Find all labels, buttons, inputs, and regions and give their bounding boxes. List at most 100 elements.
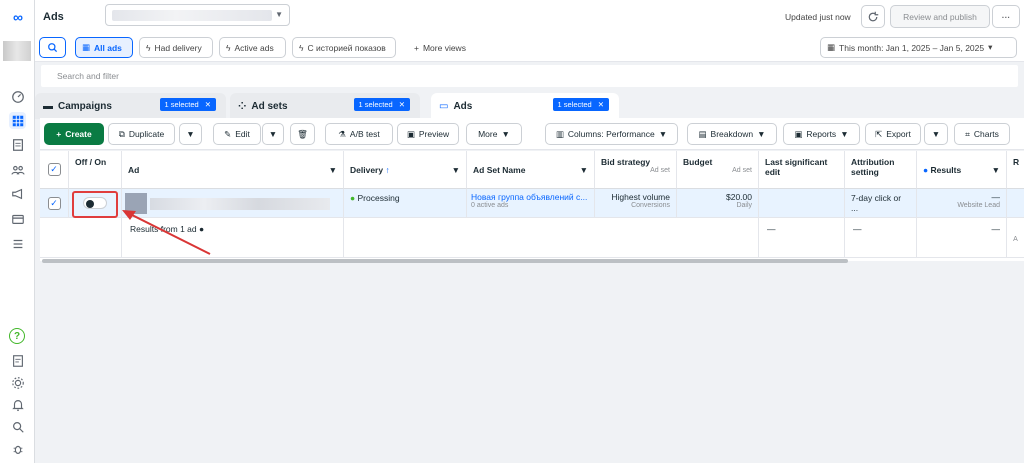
edit-button[interactable]: ✎ Edit	[213, 123, 261, 145]
ad-account-selector[interactable]: ▼	[105, 4, 290, 26]
plus-icon: +	[414, 42, 419, 53]
edit-dropdown[interactable]: ▼	[262, 123, 284, 145]
col-offon[interactable]: Off / On	[69, 151, 122, 189]
gear-icon[interactable]	[9, 374, 26, 391]
chevron-down-icon: ▼	[658, 129, 668, 139]
col-ad[interactable]: Ad ▼	[122, 151, 344, 189]
dashboard-icon[interactable]	[9, 88, 26, 105]
help-icon[interactable]: ?	[9, 328, 25, 344]
view-had-delivery[interactable]: ϟ Had delivery	[139, 37, 213, 58]
chevron-down-icon[interactable]: ▼	[329, 165, 337, 182]
plus-icon: +	[56, 129, 62, 139]
more-views-button[interactable]: + More views	[408, 37, 478, 58]
summary-dash: —	[991, 224, 1001, 234]
col-next[interactable]: R	[1007, 151, 1024, 189]
col-delivery[interactable]: Delivery ↑ ▼	[344, 151, 467, 189]
close-icon[interactable]: ✕	[205, 100, 211, 109]
billing-icon[interactable]	[9, 210, 26, 227]
adsets-selected-badge[interactable]: 1 selected ✕	[353, 98, 410, 111]
breakdown-button[interactable]: ▤ Breakdown ▼	[687, 123, 777, 145]
view-active-ads[interactable]: ϟ Active ads	[219, 37, 286, 58]
charts-button[interactable]: ⌗ Charts	[954, 123, 1010, 145]
campaigns-selected-badge[interactable]: 1 selected ✕	[159, 98, 216, 111]
tab-ads-label: Ads	[453, 100, 473, 112]
chevron-down-icon: ▼	[275, 10, 283, 19]
col-attribution[interactable]: Attribution setting	[845, 151, 917, 189]
chevron-down-icon[interactable]: ▼	[992, 165, 1000, 182]
view-history[interactable]: ϟ С историей показов	[292, 37, 396, 58]
actions-toolbar: + Create ⧉ Duplicate ▼ ✎ Edit ▼ 🗑 ⚗ A/B test…	[40, 118, 1024, 150]
export-button[interactable]: ⇱ Export	[865, 123, 921, 145]
tab-adsets[interactable]: ⁘ Ad sets 1 selected ✕	[230, 93, 420, 119]
ads-selected-badge[interactable]: 1 selected ✕	[552, 98, 609, 111]
col-budget[interactable]: Budget Ad set	[677, 151, 759, 189]
delete-button[interactable]: 🗑	[290, 123, 315, 145]
more-options-button[interactable]: ···	[992, 5, 1020, 28]
bug-icon[interactable]	[9, 440, 26, 457]
pages-icon[interactable]	[9, 136, 26, 153]
close-icon[interactable]: ✕	[598, 100, 604, 109]
create-label: Create	[65, 129, 92, 139]
more-button[interactable]: More ▼	[466, 123, 522, 145]
account-avatar[interactable]	[3, 41, 31, 61]
col-results-label: Results	[930, 165, 962, 175]
page-title: Ads	[43, 11, 64, 23]
info-icon[interactable]: ●	[923, 165, 928, 175]
col-results[interactable]: ● Results ▼	[917, 151, 1007, 189]
select-all-checkbox[interactable]: ✓	[47, 163, 61, 176]
chevron-down-icon[interactable]: ▼	[580, 165, 588, 182]
view-all-ads[interactable]: ▦ All ads	[75, 37, 133, 58]
col-bid-strategy-label: Bid strategy	[601, 157, 651, 167]
col-next-label: R	[1013, 157, 1020, 167]
create-button[interactable]: + Create	[44, 123, 104, 145]
ab-test-button[interactable]: ⚗ A/B test	[325, 123, 393, 145]
date-range-picker[interactable]: ▦ This month: Jan 1, 2025 – Jan 5, 2025 …	[820, 37, 1017, 58]
report-icon[interactable]	[9, 352, 26, 369]
left-nav-rail: ∞ ?	[0, 0, 35, 463]
updated-status: Updated just now	[785, 12, 851, 22]
view-had-delivery-label: Had delivery	[154, 42, 202, 53]
search-filter-bar[interactable]: Search and filter	[41, 65, 1018, 87]
review-publish-button[interactable]: Review and publish	[890, 5, 990, 28]
ad-icon: ▭	[439, 100, 449, 112]
row-checkbox-cell: ✓	[40, 189, 69, 218]
close-icon[interactable]: ✕	[399, 100, 405, 109]
table-icon[interactable]	[9, 112, 26, 129]
col-last-edit[interactable]: Last significant edit	[759, 151, 845, 189]
row-checkbox[interactable]: ✓	[47, 196, 61, 210]
tab-adsets-label: Ad sets	[251, 100, 288, 112]
refresh-button[interactable]	[861, 5, 885, 28]
bell-icon[interactable]	[9, 396, 26, 413]
megaphone-icon[interactable]	[9, 185, 26, 202]
menu-icon[interactable]	[9, 235, 26, 252]
chevron-down-icon: ▼	[186, 129, 195, 139]
adset-link[interactable]: Новая группа объявлений с...	[471, 192, 590, 202]
summary-attribution-cell: —	[845, 218, 917, 258]
duplicate-button[interactable]: ⧉ Duplicate	[108, 123, 175, 145]
view-active-ads-label: Active ads	[234, 42, 274, 53]
calendar-icon: ▦	[827, 42, 836, 52]
select-all-checkbox-cell: ✓	[40, 151, 69, 189]
duplicate-dropdown[interactable]: ▼	[179, 123, 202, 145]
row-last-edit-cell	[759, 189, 845, 218]
search-toggle-button[interactable]	[39, 37, 66, 58]
preview-button[interactable]: ▣ Preview	[397, 123, 459, 145]
col-bid-strategy[interactable]: Bid strategy Ad set	[595, 151, 677, 189]
account-name-redacted	[112, 10, 272, 21]
reports-button[interactable]: ▣ Reports ▼	[783, 123, 860, 145]
col-adset-name-label: Ad Set Name	[473, 165, 526, 175]
trash-icon: 🗑	[297, 128, 308, 139]
adset-active-count: 0 active ads	[471, 202, 509, 209]
columns-button[interactable]: ▥ Columns: Performance ▼	[545, 123, 678, 145]
chevron-down-icon[interactable]: ▼	[452, 165, 460, 182]
more-views-label: More views	[422, 42, 466, 53]
search-icon	[48, 43, 58, 53]
export-dropdown[interactable]: ▼	[924, 123, 948, 145]
tab-campaigns[interactable]: ▬ Campaigns 1 selected ✕	[35, 93, 226, 119]
tab-ads[interactable]: ▭ Ads 1 selected ✕	[431, 93, 619, 119]
audience-icon[interactable]	[9, 161, 26, 178]
col-last-edit-label: Last significant edit	[765, 157, 828, 177]
search-icon[interactable]	[9, 418, 26, 435]
meta-logo-icon[interactable]: ∞	[8, 10, 28, 24]
col-adset-name[interactable]: Ad Set Name ▼	[467, 151, 595, 189]
